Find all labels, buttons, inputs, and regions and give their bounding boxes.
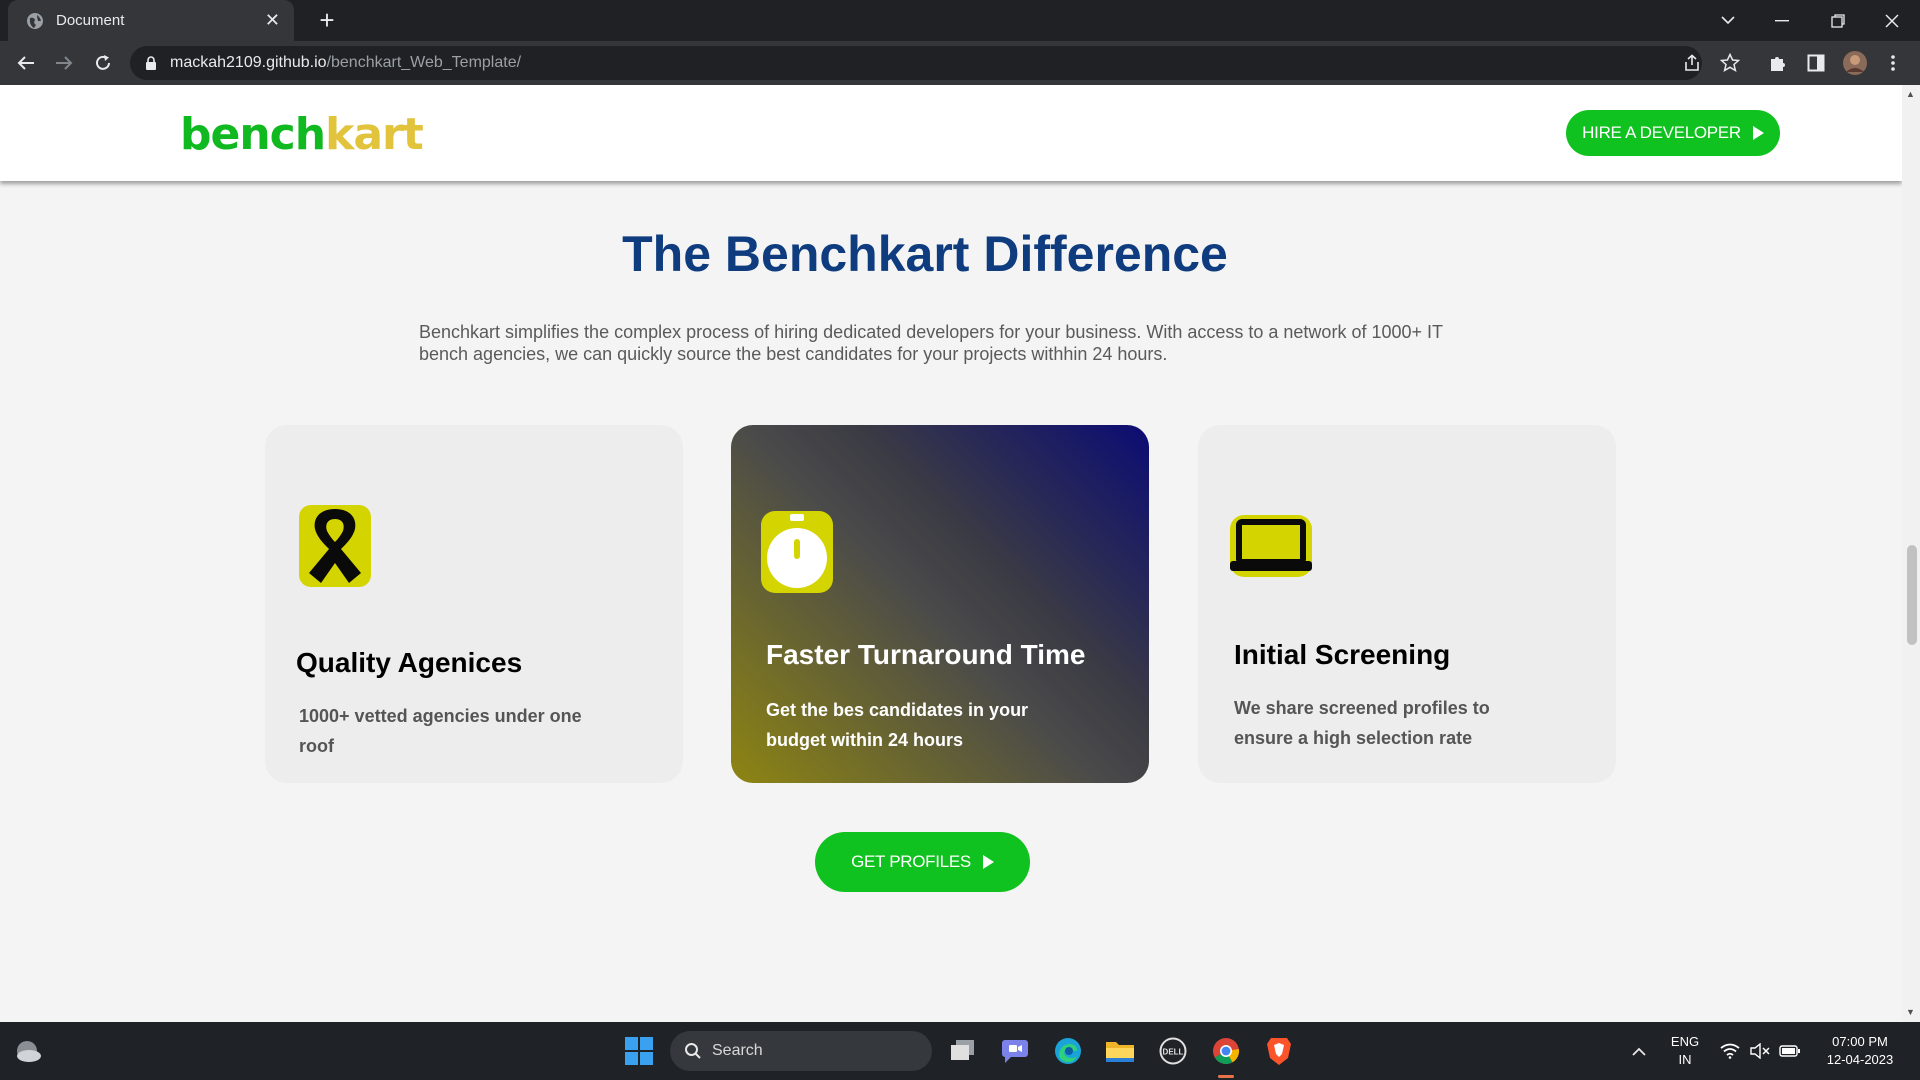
reload-icon[interactable]: [88, 48, 118, 78]
tray-chevron-up-icon[interactable]: [1622, 1034, 1656, 1068]
close-window-icon[interactable]: [1864, 0, 1920, 41]
play-arrow-icon: [1752, 126, 1764, 140]
section-title: The Benchkart Difference: [622, 226, 1228, 282]
restore-icon[interactable]: [1810, 0, 1866, 41]
card-text: 1000+ vetted agencies under one roof: [299, 706, 582, 756]
volume-muted-icon[interactable]: [1745, 1034, 1775, 1068]
feature-card-quality: Quality Agenices 1000+ vetted agencies u…: [265, 425, 683, 783]
play-arrow-icon: [982, 855, 994, 869]
language-indicator[interactable]: ENG IN: [1664, 1033, 1706, 1069]
feature-card-turnaround: Faster Turnaround Time Get the bes candi…: [731, 425, 1149, 783]
minimize-icon[interactable]: [1754, 0, 1810, 41]
url-host: mackah2109.github.io: [170, 54, 327, 71]
new-tab-button[interactable]: +: [312, 6, 342, 36]
battery-icon[interactable]: [1775, 1034, 1805, 1068]
windows-taskbar: Search DELL ENG IN 07:00 PM 12-04-2023: [0, 1022, 1920, 1080]
active-app-indicator: [1218, 1075, 1234, 1078]
scroll-up-icon[interactable]: ▲: [1906, 89, 1915, 99]
ribbon-icon: [299, 505, 371, 587]
card-title: Quality Agenices: [296, 647, 523, 678]
site-header: benchkart HIRE A DEVELOPER: [0, 85, 1902, 181]
scroll-thumb[interactable]: [1907, 545, 1917, 645]
lock-icon: [146, 56, 156, 70]
wifi-icon[interactable]: [1715, 1034, 1745, 1068]
start-windows-icon[interactable]: [622, 1034, 656, 1068]
stopwatch-icon: [761, 511, 833, 593]
globe-icon: [27, 12, 43, 29]
task-view-icon[interactable]: [946, 1034, 980, 1068]
page-scrollbar[interactable]: ▲ ▼: [1902, 85, 1920, 1022]
share-icon[interactable]: [1679, 50, 1705, 76]
hire-developer-label: HIRE A DEVELOPER: [1582, 123, 1741, 142]
card-title: Faster Turnaround Time: [766, 639, 1086, 670]
browser-toolbar: mackah2109.github.io/benchkart_Web_Templ…: [0, 41, 1920, 85]
get-profiles-label: GET PROFILES: [851, 852, 971, 871]
chrome-icon[interactable]: [1209, 1034, 1243, 1068]
section-description: Benchkart simplifies the complex process…: [419, 322, 1443, 364]
get-profiles-button[interactable]: GET PROFILES: [815, 832, 1030, 892]
teams-chat-icon[interactable]: [998, 1034, 1032, 1068]
benchkart-logo[interactable]: benchkart: [180, 109, 424, 160]
dell-icon[interactable]: DELL: [1156, 1034, 1190, 1068]
browser-tab-bar: Document ✕ +: [0, 0, 1920, 41]
extensions-icon[interactable]: [1765, 50, 1791, 76]
laptop-icon: [1230, 515, 1312, 577]
clock[interactable]: 07:00 PM 12-04-2023: [1812, 1033, 1908, 1069]
tab-title: Document: [56, 12, 125, 29]
search-label: Search: [712, 1042, 763, 1059]
url-path: /benchkart_Web_Template/: [326, 54, 522, 71]
weather-icon[interactable]: [10, 1034, 44, 1068]
scroll-down-icon[interactable]: ▼: [1906, 1007, 1915, 1017]
svg-text:DELL: DELL: [1163, 1048, 1184, 1057]
brave-icon[interactable]: [1262, 1034, 1296, 1068]
tab-close-icon[interactable]: ✕: [265, 10, 280, 31]
clock-date: 12-04-2023: [1826, 1052, 1894, 1067]
tab-search-icon[interactable]: [1700, 0, 1756, 41]
bookmark-star-icon[interactable]: [1717, 50, 1743, 76]
edge-icon[interactable]: [1051, 1034, 1085, 1068]
back-icon[interactable]: [11, 48, 41, 78]
card-text: Get the bes candidates in your budget wi…: [766, 700, 1029, 750]
search-icon: [685, 1043, 701, 1059]
clock-time: 07:00 PM: [1832, 1034, 1888, 1049]
address-bar[interactable]: mackah2109.github.io/benchkart_Web_Templ…: [130, 46, 1702, 80]
feature-card-screening: Initial Screening We share screened prof…: [1198, 425, 1616, 783]
hire-developer-button[interactable]: HIRE A DEVELOPER: [1566, 110, 1780, 156]
menu-kebab-icon[interactable]: [1880, 50, 1906, 76]
forward-icon[interactable]: [49, 48, 79, 78]
page-viewport: benchkart HIRE A DEVELOPER The Benchkart…: [0, 85, 1902, 1022]
browser-tab[interactable]: Document ✕: [8, 0, 294, 41]
side-panel-icon[interactable]: [1803, 50, 1829, 76]
card-title: Initial Screening: [1234, 639, 1451, 670]
file-explorer-icon[interactable]: [1103, 1034, 1137, 1068]
taskbar-search[interactable]: Search: [670, 1031, 932, 1071]
card-text: We share screened profiles to ensure a h…: [1234, 698, 1490, 748]
avatar[interactable]: [1842, 50, 1868, 76]
